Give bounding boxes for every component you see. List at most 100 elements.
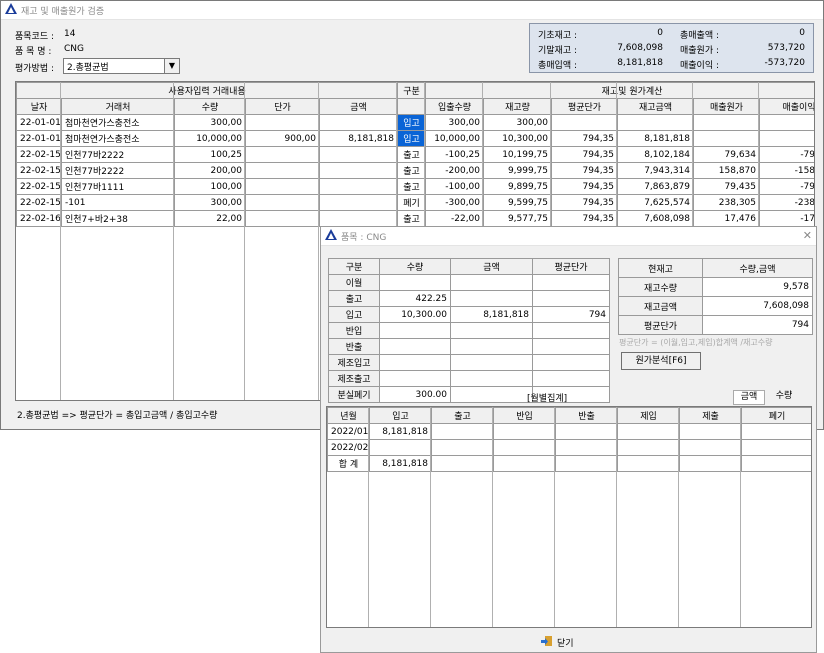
table-cell[interactable]: -158,870 <box>759 162 814 179</box>
table-cell[interactable] <box>693 130 761 147</box>
table-cell[interactable]: 238,305 <box>693 194 761 211</box>
monthly-cell[interactable] <box>679 423 742 440</box>
table-cell[interactable] <box>617 114 695 131</box>
monthly-cell[interactable] <box>555 423 618 440</box>
table-cell[interactable]: 인천77바2222 <box>61 162 175 179</box>
table-cell[interactable]: -238,305 <box>759 194 814 211</box>
monthly-row-label[interactable]: 2022/01 <box>327 423 370 440</box>
monthly-cell[interactable] <box>741 455 811 472</box>
monthly-cell[interactable] <box>493 455 556 472</box>
table-cell[interactable] <box>318 194 399 211</box>
close-button[interactable]: 닫기 <box>541 634 574 650</box>
table-cell[interactable]: 인천7+바2+38 <box>61 210 175 227</box>
table-cell[interactable] <box>693 114 761 131</box>
table-cell[interactable]: 10,000,00 <box>174 130 246 147</box>
table-cell[interactable]: 첨마천연가스충전소 <box>61 114 175 131</box>
table-cell[interactable] <box>318 114 399 131</box>
table-cell[interactable]: 300,00 <box>483 114 553 131</box>
monthly-cell[interactable]: 8,181,818 <box>369 423 432 440</box>
table-cell[interactable] <box>318 146 399 163</box>
table-row[interactable]: 22-01-01 첨마천연가스충전소 10,000,00 900,00 8,181,81… <box>16 130 814 147</box>
monthly-cell[interactable] <box>431 439 494 456</box>
table-cell[interactable]: 8,181,818 <box>617 130 695 147</box>
table-cell[interactable]: 794,35 <box>551 130 619 147</box>
cost-analysis-button[interactable]: 원가분석[F6] <box>621 352 701 370</box>
type-cell[interactable]: 입고 <box>397 114 427 131</box>
table-cell[interactable]: 794,35 <box>551 146 619 163</box>
table-cell[interactable]: 9,577,75 <box>483 210 553 227</box>
table-row[interactable]: 22-02-15 인천77바1111 100,00 출고 -100,00 9,899,75… <box>16 178 814 195</box>
table-cell[interactable]: -300,00 <box>425 194 485 211</box>
table-row[interactable]: 22-01-01 첨마천연가스충전소 300,00 입고 300,00 300,00 <box>16 114 814 131</box>
table-cell[interactable]: 22-01-01 <box>16 130 62 147</box>
table-cell[interactable]: -100,00 <box>425 178 485 195</box>
monthly-cell[interactable] <box>679 439 742 456</box>
type-cell[interactable]: 출고 <box>397 146 427 163</box>
table-cell[interactable]: -200,00 <box>425 162 485 179</box>
table-cell[interactable]: 22-02-15 <box>16 194 62 211</box>
table-cell[interactable] <box>245 114 320 131</box>
table-row[interactable]: 22-02-16 인천7+바2+38 22,00 출고 -22,00 9,577,75 79… <box>16 210 814 227</box>
table-cell[interactable]: 22-02-15 <box>16 178 62 195</box>
table-cell[interactable]: 300,00 <box>174 194 246 211</box>
monthly-row-label[interactable]: 2022/02 <box>327 439 370 456</box>
table-cell[interactable]: 인천77바1111 <box>61 178 175 195</box>
table-cell[interactable]: 첨마천연가스충전소 <box>61 130 175 147</box>
table-cell[interactable]: 22-02-15 <box>16 146 62 163</box>
monthly-cell[interactable] <box>493 439 556 456</box>
table-cell[interactable]: 17,476 <box>693 210 761 227</box>
monthly-cell[interactable] <box>679 455 742 472</box>
monthly-cell[interactable] <box>431 423 494 440</box>
table-cell[interactable]: 10,300,00 <box>483 130 553 147</box>
table-cell[interactable]: -22,00 <box>425 210 485 227</box>
close-icon[interactable]: ✕ <box>803 229 812 242</box>
table-cell[interactable] <box>245 194 320 211</box>
table-cell[interactable] <box>551 114 619 131</box>
table-cell[interactable]: 794,35 <box>551 162 619 179</box>
table-cell[interactable]: -100,25 <box>425 146 485 163</box>
monthly-cell[interactable] <box>555 439 618 456</box>
table-cell[interactable] <box>245 210 320 227</box>
monthly-cell[interactable] <box>369 439 432 456</box>
table-cell[interactable]: -79,435 <box>759 178 814 195</box>
qty-toggle[interactable]: 수량 <box>769 390 799 403</box>
monthly-cell[interactable] <box>493 423 556 440</box>
table-row[interactable]: 22-02-15 인천77바2222 200,00 출고 -200,00 9,999,75… <box>16 162 814 179</box>
table-cell[interactable] <box>759 114 814 131</box>
type-cell[interactable]: 출고 <box>397 210 427 227</box>
table-cell[interactable]: -101 <box>61 194 175 211</box>
monthly-cell[interactable] <box>617 439 680 456</box>
table-cell[interactable]: 7,608,098 <box>617 210 695 227</box>
table-cell[interactable]: 158,870 <box>693 162 761 179</box>
table-cell[interactable] <box>318 210 399 227</box>
monthly-cell[interactable] <box>741 439 811 456</box>
table-cell[interactable]: 10,199,75 <box>483 146 553 163</box>
type-cell[interactable]: 출고 <box>397 162 427 179</box>
table-cell[interactable]: 7,943,314 <box>617 162 695 179</box>
table-cell[interactable]: 79,634 <box>693 146 761 163</box>
table-cell[interactable] <box>245 178 320 195</box>
table-cell[interactable]: 200,00 <box>174 162 246 179</box>
table-cell[interactable] <box>759 130 814 147</box>
table-row[interactable]: 22-02-15 인천77바2222 100,25 출고 -100,25 10,199,7… <box>16 146 814 163</box>
table-row[interactable]: 22-02-15 -101 300,00 폐기 -300,00 9,599,75 794,3… <box>16 194 814 211</box>
table-cell[interactable]: 300,00 <box>425 114 485 131</box>
monthly-row-label[interactable]: 합 계 <box>327 455 370 472</box>
table-cell[interactable] <box>318 162 399 179</box>
table-cell[interactable]: 794,35 <box>551 178 619 195</box>
table-cell[interactable]: 100,25 <box>174 146 246 163</box>
chevron-down-icon[interactable]: ▼ <box>164 59 179 73</box>
table-cell[interactable] <box>245 146 320 163</box>
type-cell[interactable]: 출고 <box>397 178 427 195</box>
table-cell[interactable]: -79,634 <box>759 146 814 163</box>
table-cell[interactable]: 300,00 <box>174 114 246 131</box>
monthly-cell[interactable] <box>617 423 680 440</box>
type-cell[interactable]: 입고 <box>397 130 427 147</box>
table-cell[interactable]: 794,35 <box>551 210 619 227</box>
table-cell[interactable] <box>318 178 399 195</box>
method-select[interactable]: 2.총평균법 ▼ <box>63 58 180 74</box>
table-cell[interactable]: 900,00 <box>245 130 320 147</box>
table-cell[interactable]: -17,476 <box>759 210 814 227</box>
monthly-cell[interactable] <box>617 455 680 472</box>
monthly-cell[interactable] <box>741 423 811 440</box>
